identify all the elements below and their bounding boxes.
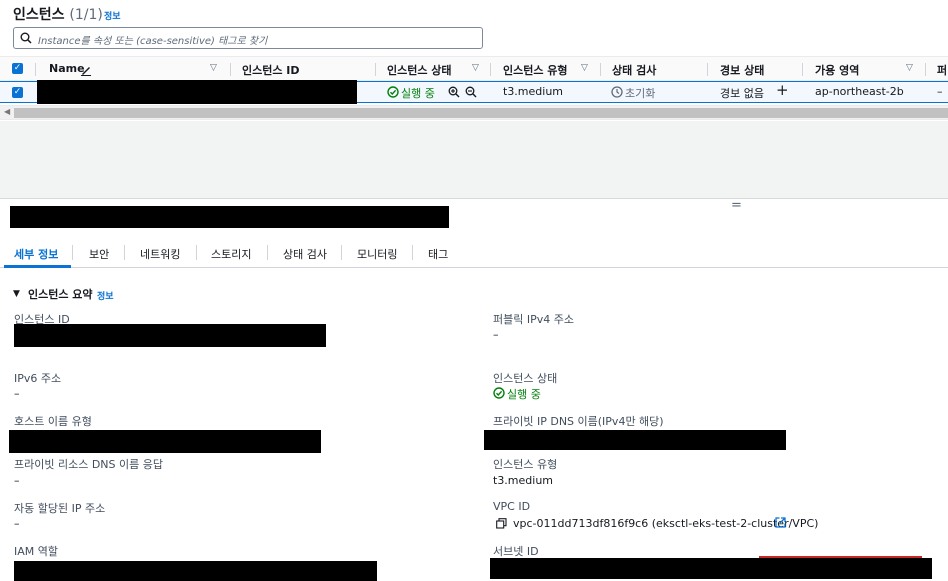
- summary-info-link[interactable]: 정보: [97, 289, 114, 302]
- select-all-checkbox[interactable]: ✓: [12, 63, 23, 74]
- redacted-instance-id: [14, 324, 326, 347]
- sort-caret-icon[interactable]: ▽: [210, 63, 217, 73]
- tab-tags[interactable]: 태그: [428, 246, 448, 262]
- tab-storage[interactable]: 스토리지: [211, 246, 251, 262]
- sort-caret-icon[interactable]: ▽: [581, 63, 588, 73]
- active-tab-indicator: [4, 265, 71, 268]
- ipv6-label: IPv6 주소: [14, 372, 62, 385]
- external-link-icon[interactable]: [775, 517, 786, 528]
- zoom-in-icon[interactable]: [448, 86, 460, 98]
- instance-state-label: 인스턴스 상태: [493, 372, 558, 385]
- search-placeholder: Instance를 속성 또는 (case-sensitive) 태그로 찾기: [38, 36, 268, 47]
- column-instance-type[interactable]: 인스턴스 유형: [503, 62, 568, 78]
- ipv6-value: –: [14, 387, 20, 400]
- scroll-thumb[interactable]: [14, 108, 948, 118]
- subnet-id-label: 서브넷 ID: [493, 545, 539, 558]
- tab-monitoring[interactable]: 모니터링: [357, 246, 397, 262]
- sort-caret-icon[interactable]: ▽: [472, 63, 479, 73]
- private-dns-answer-value: –: [14, 474, 20, 487]
- instance-state-value: 실행 중: [401, 87, 435, 100]
- redacted-private-ip-dns: [484, 430, 786, 450]
- resize-handle[interactable]: =: [731, 198, 742, 213]
- instance-count: (1/1): [69, 7, 103, 23]
- table-empty-area: [0, 121, 948, 199]
- check-circle-icon: [387, 86, 399, 98]
- tab-status-checks[interactable]: 상태 검사: [283, 246, 327, 262]
- auto-ip-value: –: [14, 517, 20, 530]
- instance-type-value: t3.medium: [503, 85, 564, 98]
- tab-details[interactable]: 세부 정보: [14, 246, 58, 262]
- private-dns-answer-label: 프라이빗 리소스 DNS 이름 응답: [14, 458, 163, 471]
- add-alarm-icon[interactable]: +: [776, 81, 789, 99]
- tab-security[interactable]: 보안: [89, 246, 109, 262]
- summary-title: 인스턴스 요약: [28, 288, 93, 301]
- column-status-check[interactable]: 상태 검사: [612, 62, 656, 78]
- column-instance-state[interactable]: 인스턴스 상태: [387, 62, 452, 78]
- page-title: 인스턴스 (1/1): [13, 4, 103, 24]
- vpc-id-label: VPC ID: [493, 500, 531, 513]
- public-ipv4-label: 퍼블릭 IPv4 주소: [493, 313, 574, 326]
- redacted-name-id: [37, 80, 357, 104]
- iam-role-label: IAM 역할: [14, 545, 58, 558]
- edit-icon[interactable]: [80, 64, 92, 76]
- auto-ip-label: 자동 할당된 IP 주소: [14, 502, 106, 515]
- public-ipv4-value: –: [493, 328, 499, 341]
- alarm-status-value: 경보 없음: [720, 87, 764, 100]
- column-truncated[interactable]: 퍼: [937, 62, 947, 78]
- header-info-link[interactable]: 정보: [104, 9, 121, 22]
- horizontal-scrollbar[interactable]: ◀: [0, 105, 948, 120]
- redacted-detail-title: [10, 206, 449, 228]
- availability-zone-value: ap-northeast-2b: [815, 85, 904, 98]
- detail-tabs: 세부 정보 보안 네트워킹 스토리지 상태 검사 모니터링 태그: [0, 239, 948, 268]
- table-row[interactable]: ✓ 실행 중 t3.medium 초기화 경보 없음 + ap-northeas…: [0, 80, 948, 104]
- private-ip-dns-label: 프라이빗 IP DNS 이름(IPv4만 해당): [493, 415, 664, 428]
- column-alarm-status[interactable]: 경보 상태: [720, 62, 764, 78]
- vpc-id-link[interactable]: vpc-011dd713df816f9c6 (eksctl-eks-test-2…: [513, 517, 818, 530]
- instance-type-detail-value: t3.medium: [493, 474, 554, 487]
- table-header: ✓ Name ▽ 인스턴스 ID 인스턴스 상태 ▽ 인스턴스 유형 ▽ 상태 …: [0, 56, 948, 81]
- instance-type-label: 인스턴스 유형: [493, 458, 558, 471]
- truncated-column-value: –: [937, 85, 943, 98]
- zoom-out-icon[interactable]: [465, 86, 477, 98]
- sort-caret-icon[interactable]: ▽: [906, 63, 913, 73]
- scroll-left-icon[interactable]: ◀: [4, 107, 10, 116]
- column-instance-id[interactable]: 인스턴스 ID: [242, 62, 300, 78]
- search-input[interactable]: Instance를 속성 또는 (case-sensitive) 태그로 찾기: [13, 27, 483, 49]
- pending-clock-icon: [611, 86, 623, 98]
- instance-state-detail-value: 실행 중: [507, 388, 541, 401]
- status-check-value: 초기화: [625, 87, 656, 100]
- copy-icon[interactable]: [496, 518, 507, 529]
- redacted-hostname-type: [9, 430, 321, 453]
- collapse-caret-icon[interactable]: ▼: [13, 289, 20, 299]
- row-checkbox[interactable]: ✓: [12, 87, 23, 98]
- hostname-type-label: 호스트 이름 유형: [14, 415, 92, 428]
- redacted-subnet-id: [490, 558, 932, 579]
- check-circle-icon: [493, 387, 505, 399]
- search-icon: [20, 32, 32, 44]
- column-availability-zone[interactable]: 가용 영역: [815, 62, 859, 78]
- redacted-iam-role: [14, 561, 377, 581]
- page-title-text: 인스턴스: [13, 7, 65, 23]
- tab-networking[interactable]: 네트워킹: [140, 246, 180, 262]
